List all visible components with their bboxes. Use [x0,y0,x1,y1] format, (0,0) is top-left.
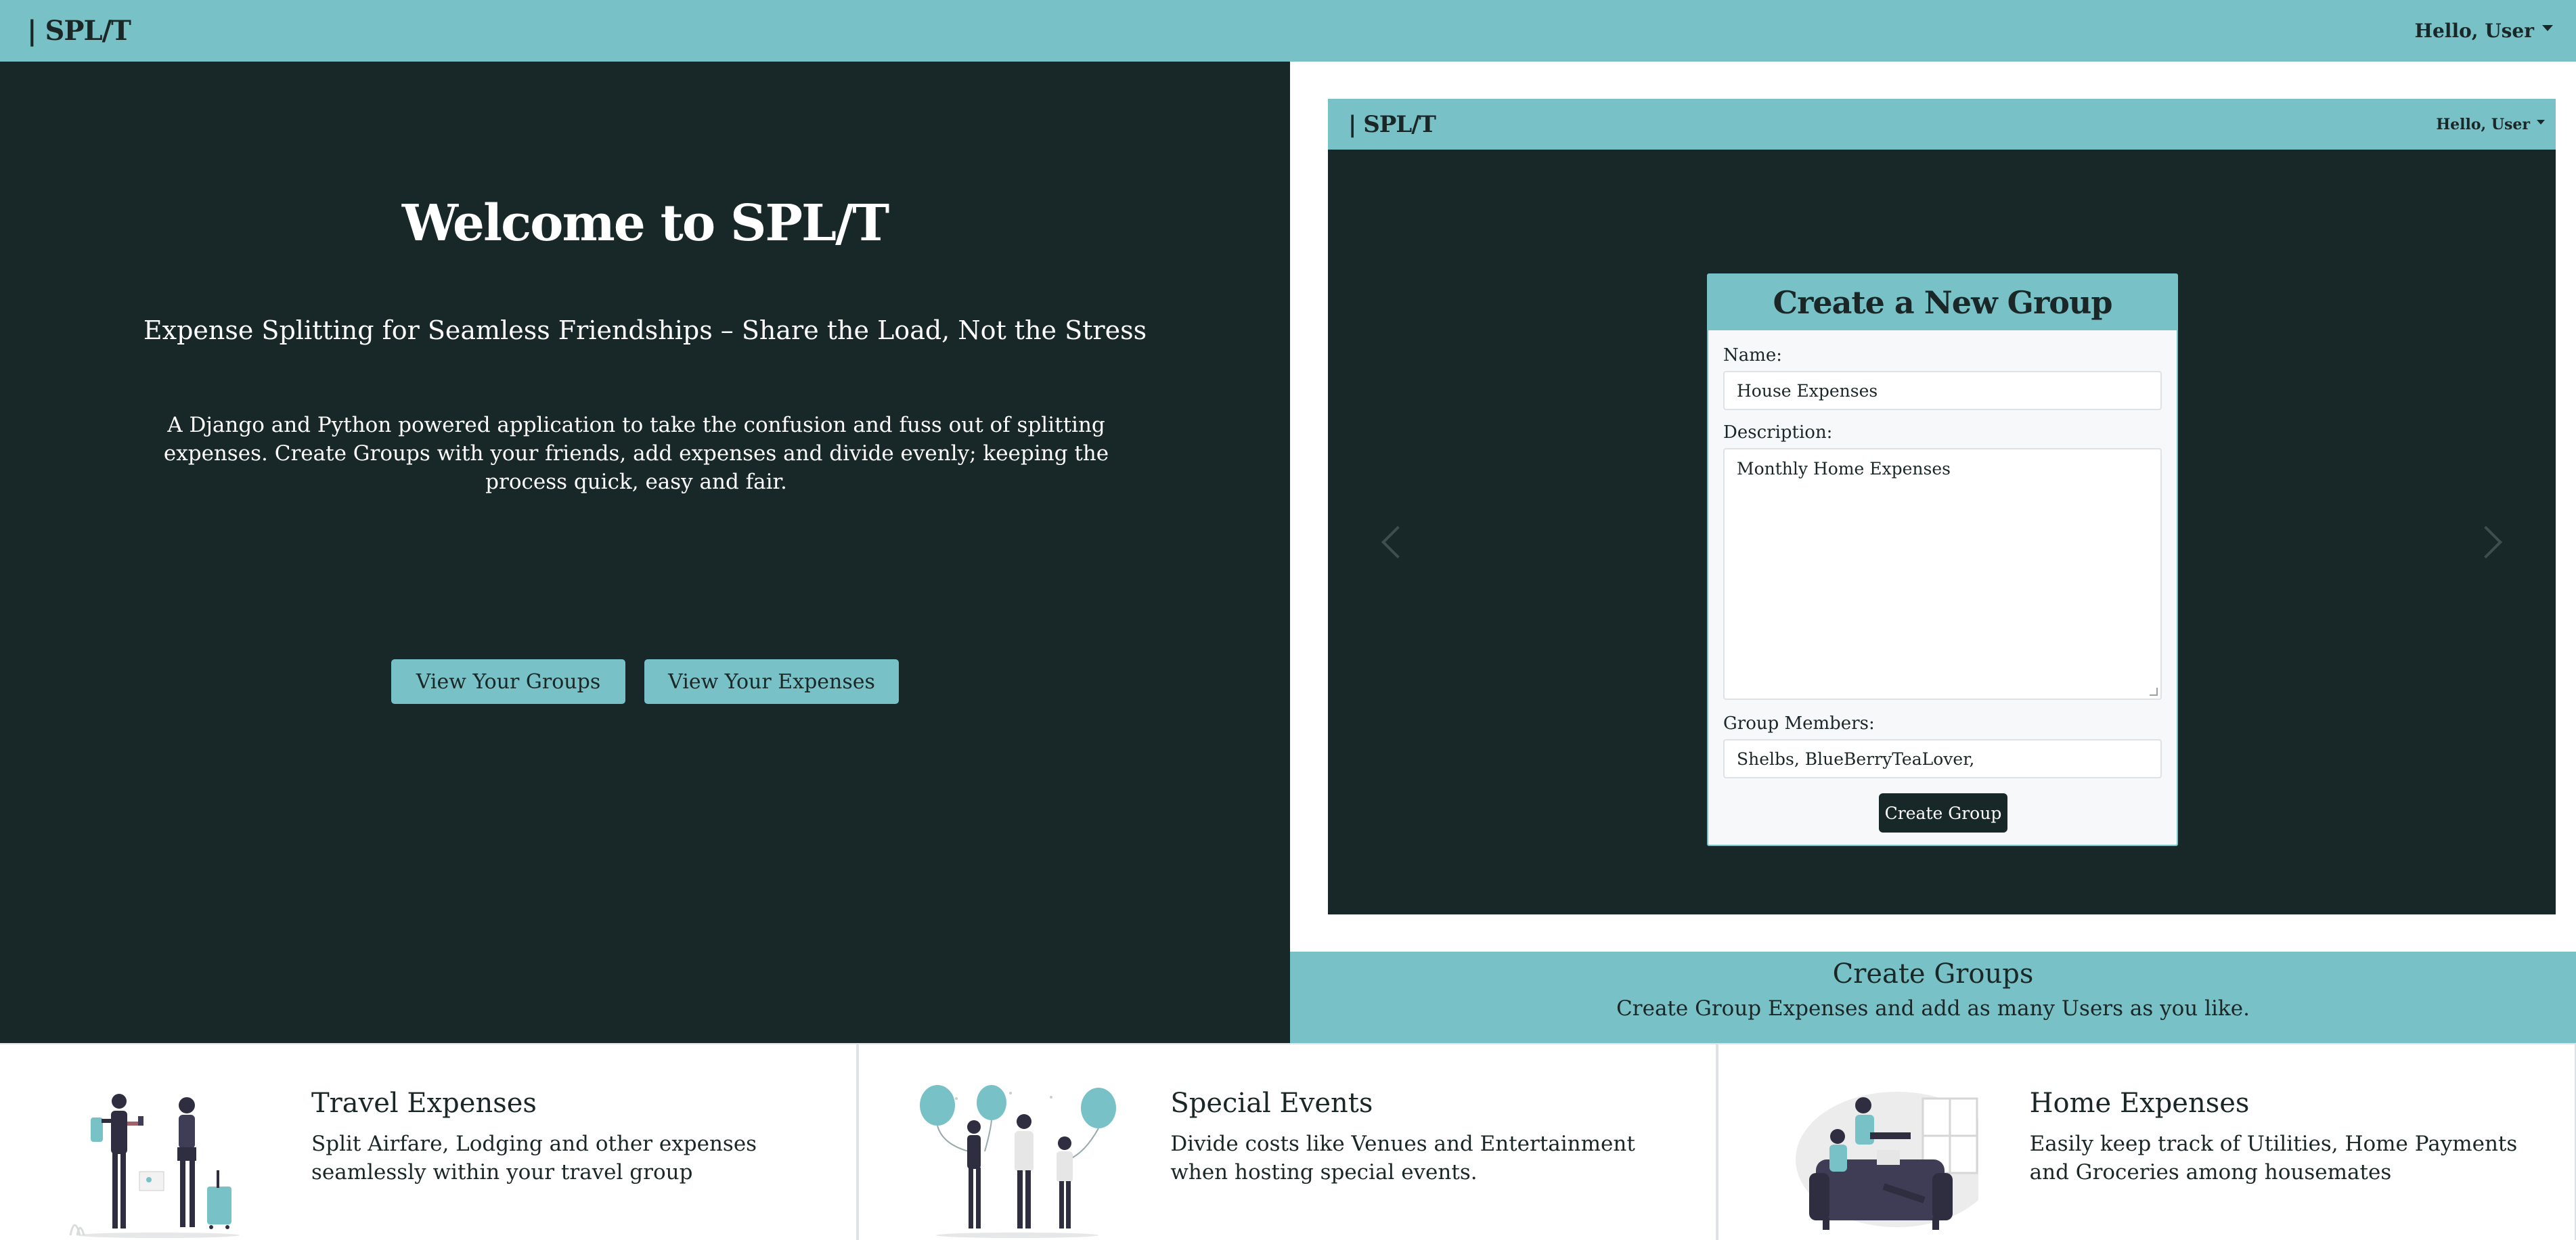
description-label: Description: [1723,422,1833,443]
feature-title: Travel Expenses [311,1088,537,1119]
carousel-brand: | SPL/T [1348,110,1436,138]
user-menu-label: Hello, User [2414,20,2534,42]
travel-illustration-icon [69,1094,240,1238]
brand-logo[interactable]: | SPL/T [27,15,131,47]
name-label: Name: [1723,345,1783,366]
name-field[interactable]: House Expenses [1723,371,2162,410]
carousel-screenshot-navbar: | SPL/T Hello, User [1328,99,2556,150]
top-navbar: | SPL/T Hello, User [0,0,2576,62]
user-menu-dropdown[interactable]: Hello, User [2415,20,2553,42]
carousel-user-menu: Hello, User [2436,116,2545,133]
view-expenses-button[interactable]: View Your Expenses [644,659,899,704]
hero-subtitle: Expense Splitting for Seamless Friendshi… [143,315,1147,345]
hero-button-row: View Your Groups View Your Expenses [0,659,1290,704]
caret-down-icon [2542,25,2553,31]
chevron-left-icon[interactable] [1381,525,1415,559]
feature-card-events: Special Events Divide costs like Venues … [858,1044,1717,1240]
feature-text: Easily keep track of Utilities, Home Pay… [2029,1132,2518,1184]
feature-card-travel: Travel Expenses Split Airfare, Lodging a… [0,1044,858,1240]
events-illustration-icon [920,1085,1117,1238]
description-textarea[interactable]: Monthly Home Expenses [1723,448,2162,700]
chevron-right-icon[interactable] [2469,525,2503,559]
hero-section: Welcome to SPL/T Expense Splitting for S… [0,62,1290,1043]
feature-title: Special Events [1170,1088,1373,1119]
view-groups-button[interactable]: View Your Groups [391,659,625,704]
feature-text: Split Airfare, Lodging and other expense… [311,1132,757,1184]
carousel-caption: Create Groups Create Group Expenses and … [1290,952,2576,1043]
carousel-user-label: Hello, User [2436,115,2530,133]
features-row: Travel Expenses Split Airfare, Lodging a… [0,1043,2576,1240]
feature-carousel: | SPL/T Hello, User Create a New Group N… [1328,99,2556,914]
caret-down-icon [2537,120,2545,125]
form-heading: Create a New Group [1708,275,2177,330]
home-illustration-icon [1795,1092,1978,1230]
feature-card-home: Home Expenses Easily keep track of Utili… [1716,1044,2576,1240]
feature-title: Home Expenses [2029,1088,2250,1119]
hero-description: A Django and Python powered application … [163,413,1109,494]
create-group-button[interactable]: Create Group [1879,793,2007,833]
create-group-form-card: Create a New Group Name: House Expenses … [1707,273,2178,846]
feature-text: Divide costs like Venues and Entertainme… [1170,1132,1635,1184]
caption-text: Create Group Expenses and add as many Us… [1616,996,2250,1021]
hero-title: Welcome to SPL/T [401,194,889,252]
caption-title: Create Groups [1832,958,2034,990]
resize-handle-icon[interactable] [2150,688,2158,696]
group-members-label: Group Members: [1723,713,1875,734]
description-value: Monthly Home Expenses [1737,459,1951,479]
group-members-field[interactable]: Shelbs, BlueBerryTeaLover, [1723,739,2162,778]
